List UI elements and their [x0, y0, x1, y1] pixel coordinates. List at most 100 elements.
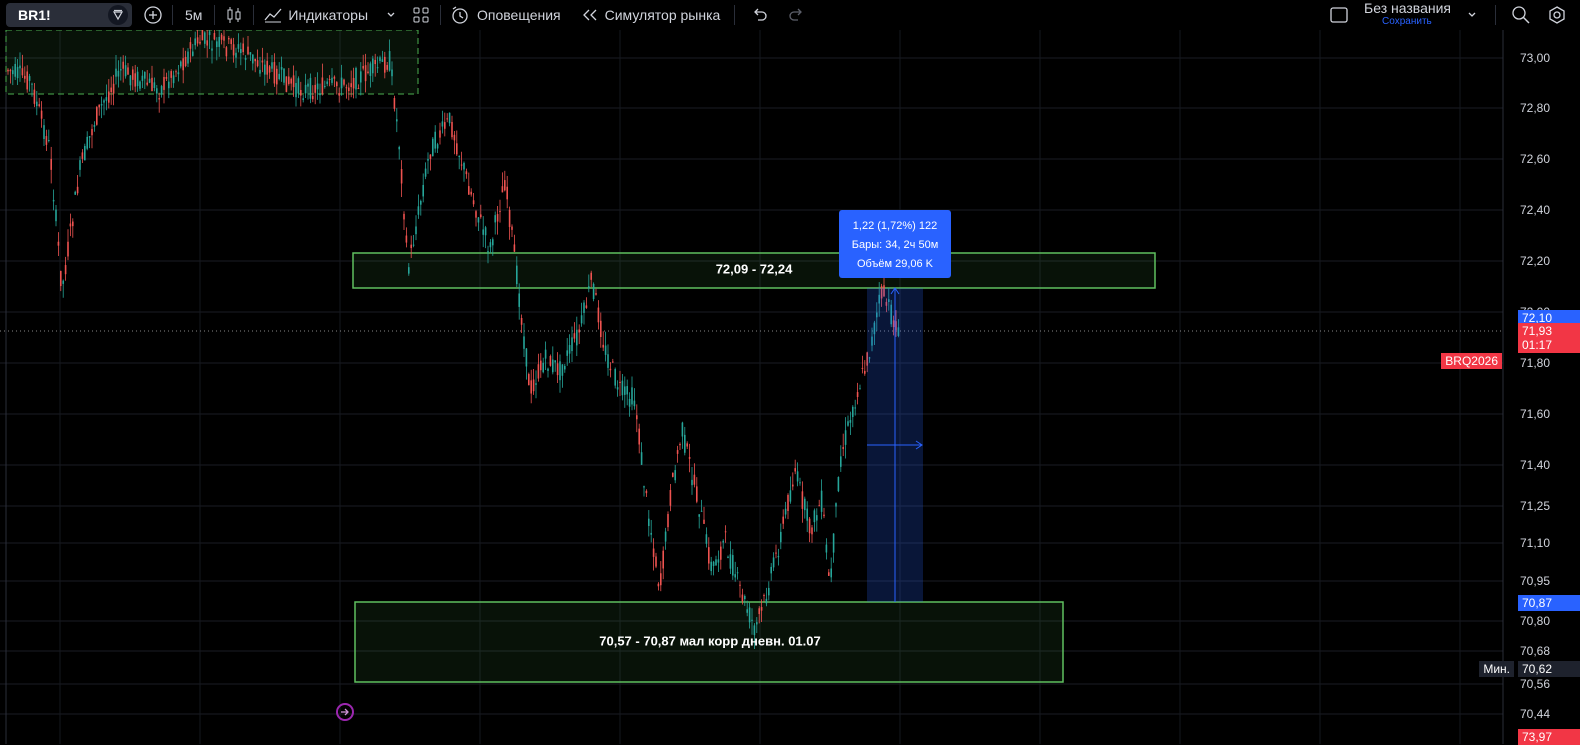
- candle-body: [535, 383, 537, 385]
- candle-body: [580, 315, 583, 324]
- candle-body: [844, 430, 847, 445]
- divider: [1495, 5, 1496, 25]
- candle-body: [124, 65, 127, 77]
- square-icon[interactable]: [1328, 4, 1350, 26]
- candle-body: [139, 81, 141, 89]
- candle-body: [405, 235, 408, 243]
- divider: [253, 5, 255, 25]
- candle-body: [482, 229, 484, 235]
- save-link[interactable]: Сохранить: [1382, 15, 1432, 28]
- candle-body: [175, 71, 177, 73]
- candle-body: [825, 544, 828, 553]
- candle-body: [566, 350, 568, 356]
- chevron-down-icon[interactable]: [380, 4, 402, 26]
- divider: [440, 5, 442, 25]
- top-toolbar: BR1! 5м Индикаторы Оповещения Симулятор …: [0, 0, 1580, 30]
- candle-body: [273, 62, 276, 84]
- candle-body: [441, 121, 444, 127]
- candle-body: [19, 65, 21, 69]
- candle-body: [170, 71, 172, 78]
- event-marker-icon[interactable]: [336, 703, 354, 721]
- candle-body: [417, 206, 420, 215]
- candle-body: [720, 546, 722, 560]
- candle-body: [496, 214, 499, 222]
- candle-body: [420, 200, 422, 205]
- candle-body: [288, 76, 290, 84]
- candle-body: [376, 67, 379, 69]
- candle-body: [847, 421, 849, 426]
- candle-body: [808, 518, 811, 534]
- candle-body: [832, 533, 835, 553]
- candle-body: [664, 531, 667, 542]
- candle-body: [828, 572, 830, 576]
- redo-icon[interactable]: [785, 4, 807, 26]
- candle-body: [93, 125, 96, 127]
- candle-body: [516, 265, 518, 285]
- replay-label: Симулятор рынка: [604, 7, 721, 23]
- candle-body: [633, 400, 636, 407]
- ticker-tag: BRQ2026: [1441, 353, 1502, 369]
- candle-body: [240, 49, 242, 54]
- candle-body: [544, 349, 547, 359]
- candle-body: [153, 82, 156, 89]
- candle-body: [355, 68, 357, 90]
- candle-body: [552, 359, 554, 373]
- price-tick: 70,56: [1520, 677, 1551, 691]
- candle-body: [813, 510, 816, 523]
- plus-circle-icon[interactable]: [142, 4, 164, 26]
- candle-body: [513, 244, 516, 252]
- candle-body: [336, 82, 338, 87]
- alerts-button[interactable]: Оповещения: [449, 0, 561, 30]
- candle-body: [619, 381, 621, 383]
- candles: [7, 30, 900, 649]
- chevron-down-icon[interactable]: [1461, 4, 1483, 26]
- symbol-name[interactable]: BR1!: [18, 7, 51, 23]
- candle-body: [645, 490, 648, 494]
- candle-body: [470, 191, 472, 195]
- candle-body: [744, 596, 746, 600]
- candle-body: [530, 380, 532, 394]
- candle-body: [638, 428, 640, 445]
- candle-body: [249, 52, 252, 55]
- candle-body: [64, 265, 67, 275]
- candle-body: [780, 531, 782, 543]
- candle-body: [840, 456, 842, 467]
- candle-body: [352, 77, 355, 89]
- undo-icon[interactable]: [749, 4, 771, 26]
- interval-button[interactable]: 5м: [185, 7, 202, 23]
- compare-icon[interactable]: [108, 5, 128, 25]
- candle-body: [554, 360, 556, 363]
- price-tick: 72,20: [1520, 254, 1551, 268]
- candle-body: [792, 484, 794, 487]
- candle-body: [484, 227, 487, 236]
- candle-body: [688, 456, 691, 459]
- candle-body: [700, 510, 703, 512]
- gear-icon[interactable]: [1546, 4, 1568, 26]
- candle-body: [105, 97, 108, 101]
- candle-body: [213, 33, 216, 40]
- candle-body: [28, 76, 31, 81]
- candles-icon[interactable]: [223, 4, 245, 26]
- candle-body: [189, 42, 192, 49]
- magnifier-icon[interactable]: [1510, 4, 1532, 26]
- measure-overlay: [867, 287, 923, 602]
- candle-body: [854, 407, 856, 409]
- candle-body: [300, 90, 302, 96]
- candle-body: [429, 154, 432, 159]
- indicators-button[interactable]: Индикаторы: [262, 0, 368, 30]
- chart-pane[interactable]: 73,0072,8072,6072,4072,2072,0071,8071,60…: [0, 30, 1580, 745]
- candle-body: [494, 215, 496, 223]
- candle-body: [410, 244, 412, 249]
- candle-body: [148, 78, 151, 83]
- candle-body: [103, 100, 105, 103]
- candle-body: [686, 443, 688, 447]
- layout-name[interactable]: Без названия Сохранить: [1364, 1, 1451, 28]
- candle-body: [38, 104, 40, 107]
- candle-body: [129, 75, 132, 86]
- symbol-search[interactable]: BR1!: [6, 3, 132, 27]
- candle-body: [9, 69, 12, 72]
- replay-button[interactable]: Симулятор рынка: [579, 0, 721, 30]
- candle-body: [696, 486, 698, 502]
- candle-body: [523, 336, 525, 349]
- grid-icon[interactable]: [410, 4, 432, 26]
